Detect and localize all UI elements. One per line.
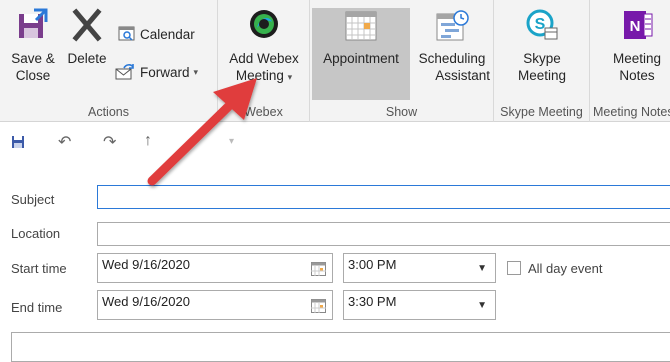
forward-button[interactable]: Forward ▾ (114, 64, 198, 80)
up-arrow-icon[interactable]: ↑ (144, 132, 152, 150)
scheduling-label-1: Scheduling (418, 51, 486, 66)
chevron-down-icon: ▾ (287, 72, 293, 82)
end-time-value: 3:30 PM (348, 294, 397, 309)
group-label-actions: Actions (88, 105, 129, 119)
appointment-calendar-icon (345, 11, 377, 41)
location-input[interactable] (97, 222, 670, 246)
end-date-value: Wed 9/16/2020 (102, 294, 190, 309)
quick-access-toolbar: ↶ ↷ ↑ ↓ ▾ (0, 132, 260, 154)
skype-label-1: Skype (523, 51, 561, 66)
forward-envelope-icon (115, 64, 134, 80)
svg-text:N: N (630, 18, 641, 35)
forward-label: Forward (140, 64, 190, 80)
all-day-label: All day event (528, 261, 603, 276)
calendar-button[interactable]: Calendar (118, 26, 195, 42)
meeting-notes-label-1: Meeting (612, 51, 662, 66)
all-day-checkbox[interactable] (507, 261, 521, 275)
start-date-value: Wed 9/16/2020 (102, 257, 190, 272)
group-label-show: Show (385, 105, 418, 119)
ribbon-group-meeting-notes: N Meeting Notes Meeting Notes (590, 0, 670, 122)
save-close-button[interactable]: Save & Close (6, 8, 60, 98)
ribbon-group-webex: Add Webex Meeting ▾ Webex (218, 0, 310, 122)
skype-meeting-button[interactable]: S Skype Meeting (498, 8, 586, 100)
redo-icon[interactable]: ↷ (103, 132, 116, 152)
delete-x-icon (72, 8, 102, 42)
location-label: Location (11, 226, 61, 241)
ribbon-group-show: Appointment Scheduling Assistant Show (310, 0, 494, 122)
scheduling-label-2: Assistant (435, 68, 490, 83)
delete-label: Delete (67, 51, 107, 66)
save-close-label-2: Close (15, 68, 51, 83)
webex-logo-icon (250, 10, 278, 38)
end-date-input[interactable]: Wed 9/16/2020 (97, 290, 333, 320)
skype-logo-icon: S (526, 9, 558, 40)
add-webex-label-1: Add Webex (229, 51, 299, 66)
customize-toolbar-icon[interactable]: ▾ (229, 136, 234, 147)
start-time-value: 3:00 PM (348, 257, 397, 272)
chevron-down-icon: ▾ (193, 66, 199, 77)
appointment-button[interactable]: Appointment (312, 8, 410, 100)
calendar-search-icon (118, 26, 135, 41)
skype-label-2: Meeting (517, 68, 567, 83)
chevron-down-icon: ▼ (477, 300, 487, 311)
start-date-input[interactable]: Wed 9/16/2020 (97, 253, 333, 283)
appointment-label: Appointment (323, 51, 399, 66)
add-webex-label-2: Meeting ▾ (222, 67, 306, 86)
calendar-label: Calendar (140, 26, 195, 42)
save-close-label-1: Save & (11, 51, 55, 66)
save-icon[interactable] (11, 135, 25, 149)
date-picker-icon[interactable] (311, 262, 326, 276)
meeting-notes-label-2: Notes (619, 68, 655, 83)
delete-button[interactable]: Delete (62, 8, 112, 68)
subject-label: Subject (11, 192, 55, 207)
onenote-icon: N (624, 11, 653, 39)
group-label-meeting-notes: Meeting Notes (593, 105, 670, 119)
message-body-editor[interactable] (11, 332, 670, 362)
group-label-webex: Webex (244, 105, 283, 119)
date-picker-icon[interactable] (311, 299, 326, 313)
chevron-down-icon: ▼ (477, 263, 487, 274)
start-time-dropdown[interactable]: 3:00 PM ▼ (343, 253, 496, 283)
subject-input[interactable] (97, 185, 670, 209)
scheduling-assistant-icon (436, 10, 469, 41)
undo-icon[interactable]: ↶ (58, 132, 71, 152)
down-arrow-icon[interactable]: ↓ (189, 132, 197, 150)
svg-text:S: S (535, 16, 546, 33)
save-close-icon (19, 8, 48, 38)
add-webex-label-2-text: Meeting (235, 68, 284, 83)
meeting-notes-button[interactable]: N Meeting Notes (594, 8, 670, 100)
add-webex-meeting-button[interactable]: Add Webex Meeting ▾ (222, 8, 306, 98)
start-time-label: Start time (11, 261, 67, 276)
end-time-dropdown[interactable]: 3:30 PM ▼ (343, 290, 496, 320)
ribbon-group-actions: Save & Close Delete Calendar Forward ▾ A… (0, 0, 218, 122)
group-label-skype: Skype Meeting (500, 105, 583, 119)
ribbon: Save & Close Delete Calendar Forward ▾ A… (0, 0, 670, 122)
ribbon-group-skype: S Skype Meeting Skype Meeting (494, 0, 590, 122)
scheduling-assistant-button[interactable]: Scheduling Assistant (412, 8, 492, 100)
end-time-label: End time (11, 300, 63, 315)
